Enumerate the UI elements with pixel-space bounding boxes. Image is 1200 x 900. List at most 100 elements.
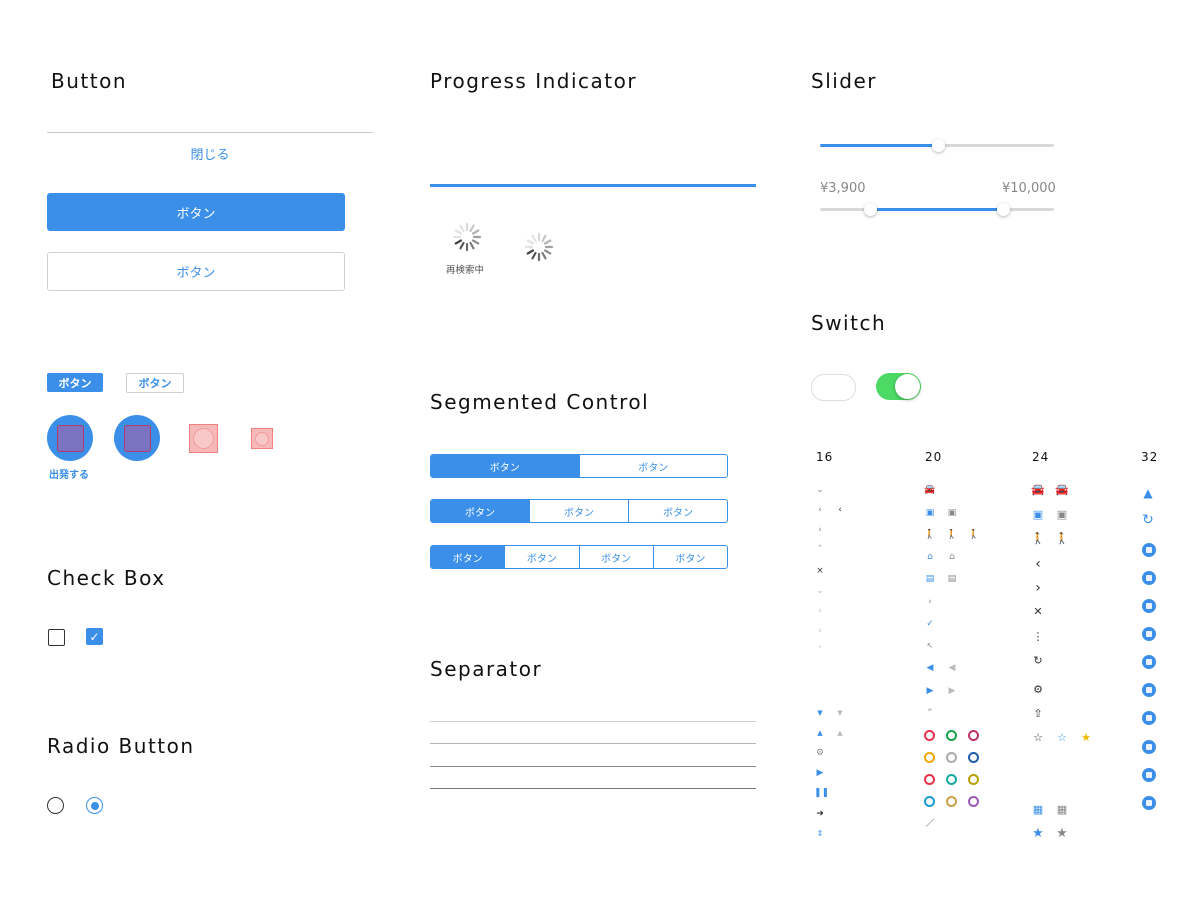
bus-gray-icon: ▣ <box>947 508 957 518</box>
segment-2[interactable]: ボタン <box>578 455 728 477</box>
segmented-control-4: ボタン ボタン ボタン ボタン <box>430 545 728 569</box>
range-min-label: ¥3,900 <box>820 181 866 196</box>
segment-3[interactable]: ボタン <box>628 500 727 522</box>
radio-section-title: Radio Button <box>47 734 195 758</box>
play-right-icon: ▶ <box>926 686 934 696</box>
airplane-icon <box>1142 543 1156 557</box>
list-circle-icon <box>1142 599 1156 613</box>
bus-icon: ▣ <box>1032 508 1044 521</box>
chevron-right-icon: › <box>1035 580 1041 596</box>
range-knob-high[interactable] <box>997 203 1010 216</box>
depart-circle-button[interactable] <box>47 415 93 461</box>
placeholder-icon-large <box>189 424 218 453</box>
chevron-left-light-icon: ‹ <box>818 606 822 616</box>
range-max-label: ¥10,000 <box>1002 181 1056 196</box>
line-olive-icon <box>968 774 979 785</box>
slider-knob[interactable] <box>932 139 945 152</box>
quote-icon: “ <box>927 708 933 718</box>
line-sky-icon <box>924 796 935 807</box>
close-button[interactable]: 閉じる <box>47 132 373 163</box>
checkbox-section-title: Check Box <box>47 566 166 590</box>
segment-1[interactable]: ボタン <box>431 546 505 568</box>
play-right-light-icon: ▶ <box>948 686 956 696</box>
chevron-up-icon: ˆ <box>817 545 823 555</box>
refresh-icon: ↻ <box>1033 654 1043 667</box>
chevron-left-icon: ‹ <box>818 505 822 515</box>
close-icon: × <box>816 566 824 576</box>
spinner-icon-small <box>524 232 554 262</box>
primary-button[interactable]: ボタン <box>47 193 345 231</box>
share-icon: ⇧ <box>1033 707 1043 720</box>
radio-selected[interactable] <box>86 797 103 814</box>
star-filled-gray-icon: ★ <box>1056 826 1068 841</box>
line-purple-icon <box>968 796 979 807</box>
segment-2[interactable]: ボタン <box>529 500 628 522</box>
checkbox-checked[interactable]: ✓ <box>86 628 103 645</box>
separator-dark <box>430 766 756 767</box>
triangle-up-light-icon: ▲ <box>837 729 843 737</box>
star-outline-blue-icon: ☆ <box>1057 731 1067 744</box>
home-gray-icon: ⌂ <box>949 552 955 562</box>
line-magenta-icon <box>968 730 979 741</box>
car-icon: 🚘 <box>924 485 936 495</box>
lock-circle-icon <box>1142 655 1156 669</box>
checkbox-unchecked[interactable] <box>48 629 65 646</box>
line-green-icon <box>946 730 957 741</box>
navigation-arrow-icon: ▲ <box>1143 486 1153 500</box>
range-knob-low[interactable] <box>864 203 877 216</box>
walk-gray-icon: 🚶 <box>946 530 958 540</box>
radio-unselected[interactable] <box>47 797 64 814</box>
separator-darker <box>430 788 756 789</box>
chevron-right-icon: › <box>818 525 822 535</box>
segment-3[interactable]: ボタン <box>578 546 653 568</box>
chevron-down-light-icon: ⌄ <box>816 586 824 596</box>
play-left-icon: ◀ <box>926 663 934 673</box>
walk-gray-icon: 🚶 <box>1055 532 1069 545</box>
switch-off[interactable] <box>811 374 856 401</box>
chevron-left-dark-icon: ‹ <box>838 505 842 515</box>
small-secondary-button[interactable]: ボタン <box>126 373 184 393</box>
refresh-icon: ↻ <box>1142 512 1154 528</box>
depart-label: 出発する <box>49 470 89 481</box>
checkmark-icon: ✓ <box>89 629 100 644</box>
spinner-label: 再検索中 <box>446 265 485 276</box>
line-teal-icon <box>946 774 957 785</box>
layout-gray-icon: ▦ <box>1056 803 1068 816</box>
car-icon: 🚘 <box>1031 483 1045 496</box>
triangle-up-icon: ▲ <box>817 729 823 737</box>
play-left-light-icon: ◀ <box>948 663 956 673</box>
segment-1[interactable]: ボタン <box>431 500 529 522</box>
walk-icon: 🚶 <box>1031 532 1045 545</box>
cloud-circle-icon <box>1142 740 1156 754</box>
line-red2-icon <box>924 774 935 785</box>
separator-medium <box>430 743 756 744</box>
segmented-section-title: Segmented Control <box>430 390 650 414</box>
walk-icon: 🚶 <box>924 530 936 540</box>
placeholder-icon <box>124 425 151 452</box>
gear-icon: ⚙ <box>1033 683 1043 696</box>
arrow-right-icon: ➜ <box>816 809 824 819</box>
circle-button[interactable] <box>114 415 160 461</box>
bus-gray-icon: ▣ <box>1056 508 1068 521</box>
star-filled-icon: ★ <box>1032 826 1044 841</box>
switch-on[interactable] <box>876 373 921 400</box>
slider-fill <box>820 144 938 147</box>
separator-light <box>430 721 756 722</box>
secondary-button[interactable]: ボタン <box>47 252 345 291</box>
segment-4[interactable]: ボタン <box>652 546 727 568</box>
checkmark-icon: ✓ <box>926 619 934 629</box>
size-label-16: 16 <box>816 450 834 464</box>
more-vertical-icon: ⋮ <box>1032 630 1044 643</box>
size-label-20: 20 <box>925 450 943 464</box>
range-slider-fill <box>871 208 1004 211</box>
segment-2[interactable]: ボタン <box>504 546 578 568</box>
line-navy-icon <box>968 752 979 763</box>
star-outline-icon: ☆ <box>1033 731 1043 744</box>
walk-dark-icon: 🚶 <box>968 530 980 540</box>
layout-icon: ▦ <box>1032 803 1044 816</box>
bus-circle-icon <box>1142 571 1156 585</box>
slider-section-title: Slider <box>811 69 878 93</box>
small-primary-button[interactable]: ボタン <box>47 373 103 392</box>
button-section-title: Button <box>51 69 127 93</box>
segment-1[interactable]: ボタン <box>431 455 579 477</box>
